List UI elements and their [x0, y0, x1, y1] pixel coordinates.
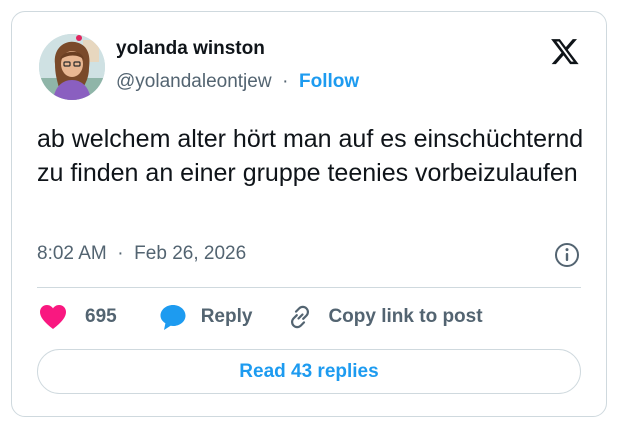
info-icon[interactable]: [554, 242, 580, 268]
follow-button[interactable]: Follow: [299, 71, 359, 92]
tweet-text: ab welchem alter hört man auf es einschü…: [37, 125, 584, 187]
tweet-card: yolanda winston @yolandaleontjew · Follo…: [11, 11, 607, 417]
reply-button[interactable]: Reply: [159, 303, 253, 331]
x-logo-icon[interactable]: [550, 36, 580, 66]
read-replies-button[interactable]: Read 43 replies: [37, 349, 581, 394]
tweet-time: 8:02 AM: [37, 243, 107, 264]
link-icon: [286, 303, 314, 331]
author-name[interactable]: yolanda winston: [116, 38, 265, 60]
action-bar: 695 Reply Copy link to post: [39, 302, 483, 332]
like-button[interactable]: 695: [39, 304, 117, 330]
like-count: 695: [85, 306, 117, 327]
author-handle-row: @yolandaleontjew · Follow: [116, 71, 359, 93]
handle-separator: ·: [276, 71, 294, 92]
divider: [37, 287, 581, 288]
copy-link-label: Copy link to post: [328, 306, 483, 327]
reply-label: Reply: [200, 306, 253, 327]
heart-icon: [39, 304, 67, 330]
tweet-timestamp[interactable]: 8:02 AM · Feb 26, 2026: [37, 243, 246, 265]
copy-link-button[interactable]: Copy link to post: [286, 303, 483, 331]
avatar[interactable]: [39, 34, 105, 100]
author-handle[interactable]: @yolandaleontjew: [116, 71, 272, 92]
speech-bubble-icon: [159, 303, 187, 331]
timestamp-separator: ·: [112, 243, 129, 264]
tweet-date: Feb 26, 2026: [134, 243, 247, 264]
